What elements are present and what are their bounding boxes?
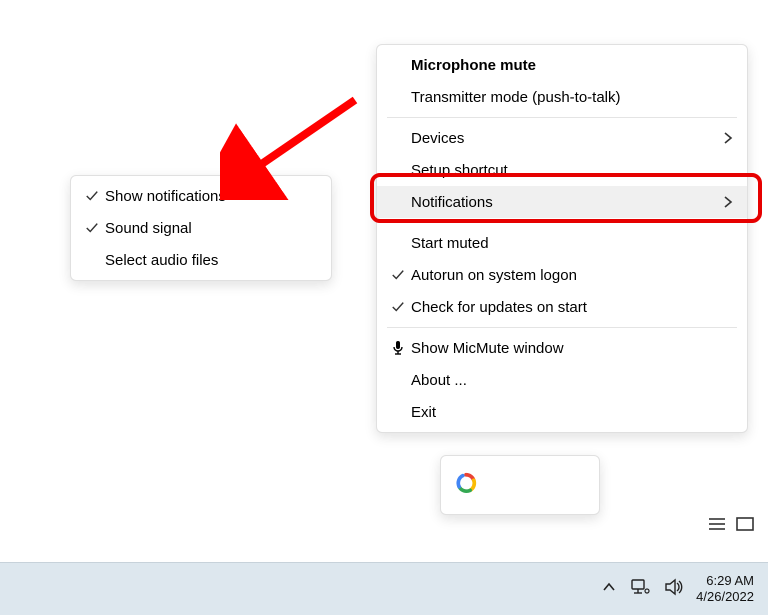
menu-item-autorun[interactable]: Autorun on system logon [377,259,747,291]
menu-item-transmitter-mode[interactable]: Transmitter mode (push-to-talk) [377,81,747,113]
window-view-icon[interactable] [736,516,754,532]
clock-time: 6:29 AM [696,573,754,589]
check-icon [79,189,105,203]
tray-app-icon[interactable] [455,472,477,498]
menu-item-notifications[interactable]: Notifications [377,186,747,218]
menu-label: Notifications [411,194,699,211]
tray-overflow-popup [440,455,600,515]
menu-label: Start muted [411,235,733,252]
menu-label: Show notifications [105,188,317,205]
menu-label: About ... [411,372,733,389]
menu-item-devices[interactable]: Devices [377,122,747,154]
menu-label: Transmitter mode (push-to-talk) [411,89,733,106]
system-tray [602,578,684,600]
submenu-item-select-audio-files[interactable]: Select audio files [71,244,331,276]
menu-label: Setup shortcut [411,162,733,179]
check-icon [385,300,411,314]
menu-item-start-muted[interactable]: Start muted [377,227,747,259]
tray-chevron-up-icon[interactable] [602,580,616,598]
menu-label: Autorun on system logon [411,267,733,284]
list-view-icon[interactable] [708,516,726,532]
menu-label: Check for updates on start [411,299,733,316]
menu-item-exit[interactable]: Exit [377,396,747,428]
network-icon[interactable] [630,578,650,600]
menu-item-show-window[interactable]: Show MicMute window [377,332,747,364]
menu-separator [387,222,737,223]
submenu-item-show-notifications[interactable]: Show notifications [71,180,331,212]
menu-label: Microphone mute [411,57,733,74]
taskbar: 6:29 AM 4/26/2022 [0,562,768,615]
menu-label: Select audio files [105,252,317,269]
mic-icon [385,340,411,356]
clock-date: 4/26/2022 [696,589,754,605]
menu-item-setup-shortcut[interactable]: Setup shortcut [377,154,747,186]
menu-item-microphone-mute[interactable]: Microphone mute [377,49,747,81]
micmute-context-menu: Microphone mute Transmitter mode (push-t… [376,44,748,433]
taskbar-clock[interactable]: 6:29 AM 4/26/2022 [696,573,754,604]
chevron-right-icon [723,195,733,209]
chevron-right-icon [723,131,733,145]
check-icon [79,221,105,235]
notifications-submenu: Show notifications Sound signal Select a… [70,175,332,281]
menu-label: Exit [411,404,733,421]
check-icon [385,268,411,282]
menu-label: Devices [411,130,699,147]
menu-separator [387,327,737,328]
volume-icon[interactable] [664,578,684,600]
menu-item-check-updates[interactable]: Check for updates on start [377,291,747,323]
menu-label: Sound signal [105,220,317,237]
menu-label: Show MicMute window [411,340,733,357]
corner-icons [708,516,754,532]
submenu-item-sound-signal[interactable]: Sound signal [71,212,331,244]
menu-item-about[interactable]: About ... [377,364,747,396]
menu-separator [387,117,737,118]
